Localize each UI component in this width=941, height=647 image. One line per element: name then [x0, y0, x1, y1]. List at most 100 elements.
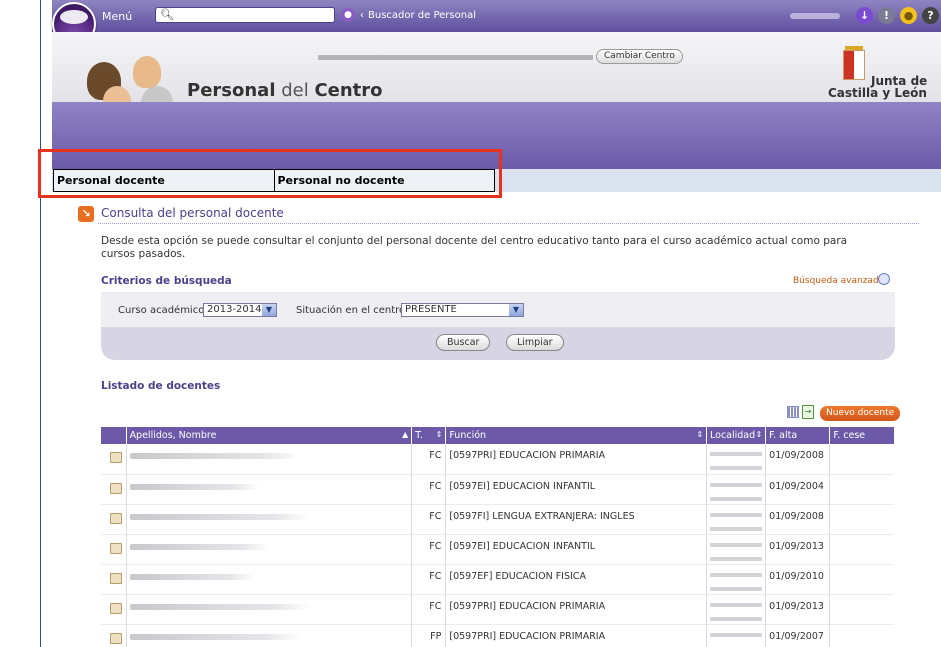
start-date-cell: 01/09/2010 [765, 564, 831, 594]
row-detail-cell[interactable] [101, 474, 127, 504]
column-label: Función [449, 430, 487, 441]
name-cell[interactable] [126, 474, 413, 504]
situation-select[interactable]: PRESENTE ▼ [401, 303, 524, 317]
row-detail-cell[interactable] [101, 564, 127, 594]
location-redacted [710, 512, 763, 517]
listing-title: Listado de docentes [101, 380, 221, 392]
table-row[interactable]: FC [0597EF] EDUCACION FISICA 01/09/2010 [101, 564, 894, 594]
table-row[interactable]: FP [0597PRI] EDUCACION PRIMARIA 01/09/2007 [101, 624, 894, 647]
location-cell [706, 624, 767, 647]
breadcrumb: ‹ Buscador de Personal [360, 10, 476, 21]
export-excel-icon[interactable]: → [802, 405, 814, 419]
row-detail-cell[interactable] [101, 534, 127, 564]
table-row[interactable]: FC [0597FI] LENGUA EXTRANJERA: INGLES 01/0… [101, 504, 894, 534]
name-redacted [129, 513, 310, 520]
download-icon[interactable]: ↓ [856, 7, 873, 24]
new-teacher-button[interactable]: Nuevo docente [820, 406, 901, 421]
title-part: Personal [187, 80, 276, 101]
column-header-type[interactable]: T. ⇕ [411, 427, 447, 444]
start-date-cell: 01/09/2008 [765, 444, 831, 474]
person-icon[interactable]: ● [341, 8, 355, 22]
location-redacted [710, 602, 763, 607]
start-date-cell: 01/09/2004 [765, 474, 831, 504]
type-cell: FP [411, 624, 447, 647]
column-header-location[interactable]: Localidad ⇕ [706, 427, 767, 444]
type-cell: FC [411, 564, 447, 594]
advanced-search-link[interactable]: Búsqueda avanzada [793, 276, 884, 286]
column-header-start-date[interactable]: F. alta [765, 427, 831, 444]
change-centre-button[interactable]: Cambiar Centro [596, 49, 683, 64]
sort-icon[interactable]: ⇕ [436, 430, 443, 439]
card-icon[interactable] [110, 512, 122, 524]
column-header-function[interactable]: Función ⇕ [445, 427, 708, 444]
card-icon[interactable] [110, 572, 122, 584]
columns-icon[interactable] [787, 406, 799, 418]
end-date-cell [830, 474, 894, 504]
page-title: Personal del Centro [187, 80, 383, 101]
clear-button[interactable]: Limpiar [506, 334, 564, 351]
year-label: Curso académico: [118, 305, 208, 316]
card-icon[interactable] [110, 542, 122, 554]
type-cell: FC [411, 444, 447, 474]
jcyl-logo: Junta de Castilla y León [828, 46, 938, 100]
name-cell[interactable] [126, 504, 413, 534]
shield-icon [843, 50, 865, 80]
menu-button[interactable]: Menú [102, 10, 132, 23]
type-cell: FC [411, 594, 447, 624]
name-cell[interactable] [126, 444, 413, 474]
card-icon[interactable] [110, 482, 122, 494]
end-date-cell [830, 594, 894, 624]
table-row[interactable]: FC [0597PRI] EDUCACION PRIMARIA 01/09/2008 [101, 444, 894, 474]
logo-text: Castilla y León [828, 86, 927, 100]
table-row[interactable]: FC [0597EI] EDUCACION INFANTIL 01/09/2004 [101, 474, 894, 504]
row-detail-cell[interactable] [101, 624, 127, 647]
breadcrumb-current[interactable]: Buscador de Personal [368, 10, 476, 21]
tip-icon[interactable]: ● [900, 7, 917, 24]
year-select[interactable]: 2013-2014 ▼ [203, 303, 277, 317]
sort-asc-icon[interactable]: ▲ [402, 430, 408, 439]
card-icon[interactable] [110, 602, 122, 614]
row-detail-cell[interactable] [101, 444, 127, 474]
column-header-end-date[interactable]: F. cese [829, 427, 894, 444]
table-row[interactable]: FC [0597PRI] EDUCACION PRIMARIA 01/09/2013 [101, 594, 894, 624]
name-redacted [129, 633, 300, 640]
chevron-down-icon[interactable]: ▼ [262, 304, 276, 316]
name-cell[interactable] [126, 564, 413, 594]
section-description: Desde esta opción se puede consultar el … [101, 235, 848, 260]
teachers-table: Apellidos, Nombre ▲ T. ⇕ Función ⇕ Localida… [101, 427, 894, 647]
row-detail-cell[interactable] [101, 594, 127, 624]
column-label: F. alta [769, 430, 798, 441]
card-icon[interactable] [110, 632, 122, 644]
column-header-name[interactable]: Apellidos, Nombre ▲ [126, 427, 413, 444]
function-cell: [0597PRI] EDUCACION PRIMARIA [445, 444, 708, 474]
name-cell[interactable] [126, 594, 413, 624]
search-button[interactable]: Buscar [436, 334, 491, 351]
info-icon[interactable]: ! [878, 7, 895, 24]
end-date-cell [830, 534, 894, 564]
card-icon[interactable] [110, 452, 122, 463]
location-redacted [710, 572, 763, 577]
breadcrumb-separator: ‹ [360, 10, 364, 21]
help-icon[interactable]: ? [922, 7, 939, 24]
section-divider [98, 223, 919, 224]
column-label: Apellidos, Nombre [129, 430, 217, 441]
sort-icon[interactable]: ⇕ [755, 430, 762, 439]
search-input[interactable]: 🔍︎ [155, 7, 335, 23]
sort-icon[interactable]: ⇕ [696, 430, 703, 439]
name-redacted [129, 453, 300, 459]
location-cell [706, 564, 767, 594]
type-cell: FC [411, 474, 447, 504]
name-cell[interactable] [126, 534, 413, 564]
header [52, 32, 941, 102]
search-icon: 🔍︎ [160, 8, 174, 21]
start-date-cell: 01/09/2013 [765, 594, 831, 624]
table-row[interactable]: FC [0597EI] EDUCACION INFANTIL 01/09/2013 [101, 534, 894, 564]
chevron-down-icon[interactable]: ▼ [509, 304, 523, 316]
magnifier-icon[interactable] [878, 273, 890, 285]
filter-actions-bar [101, 327, 895, 360]
location-redacted [710, 496, 763, 501]
location-redacted [710, 452, 763, 456]
name-cell[interactable] [126, 624, 413, 647]
criteria-title: Criterios de búsqueda [101, 275, 232, 287]
row-detail-cell[interactable] [101, 504, 127, 534]
